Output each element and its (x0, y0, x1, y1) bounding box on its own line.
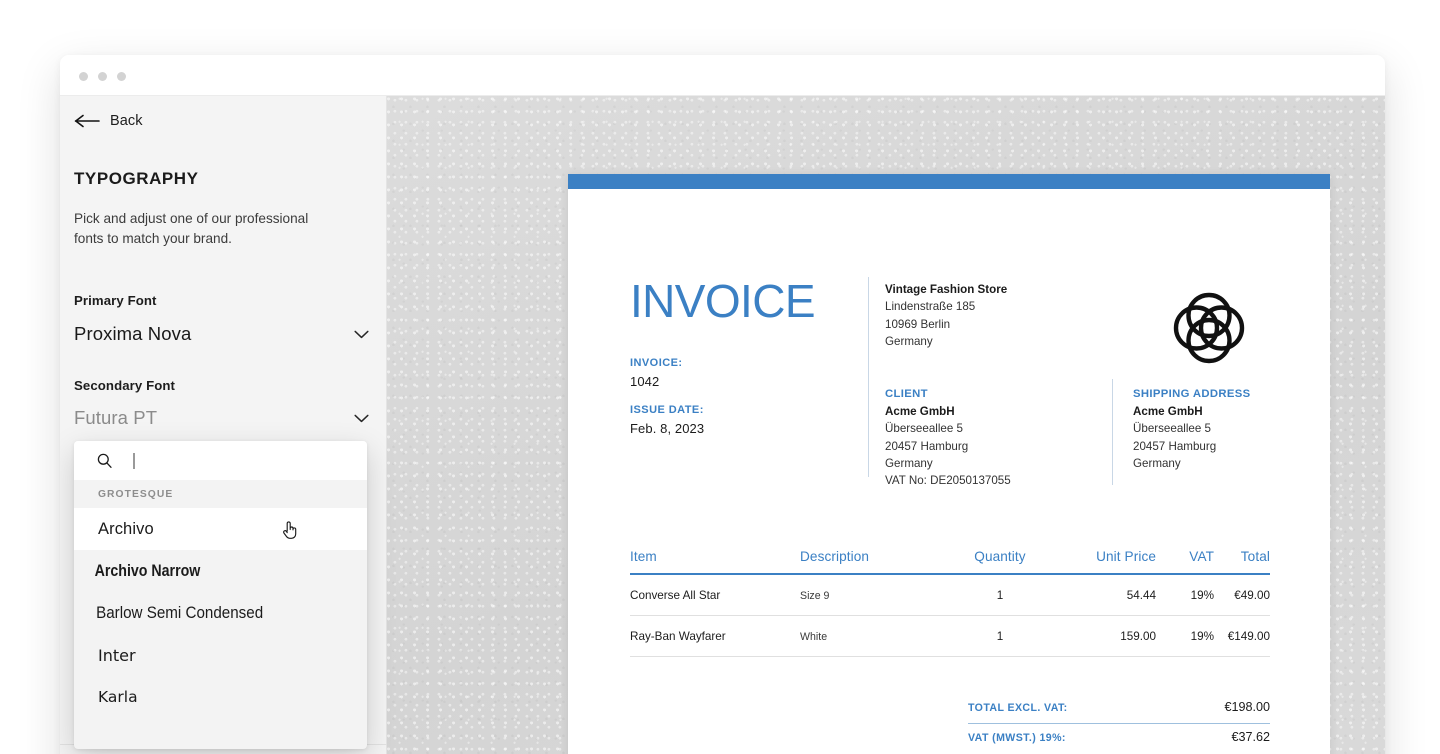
arrow-left-icon (74, 114, 100, 128)
font-dropdown-panel: GROTESQUE Archivo Archivo Narrow Barlow … (74, 441, 367, 749)
font-option-barlow-semi-condensed[interactable]: Barlow Semi Condensed (74, 592, 344, 634)
pointer-hand-cursor-icon (283, 521, 297, 539)
column-header-total: Total (1240, 549, 1270, 564)
client-address-line: 20457 Hamburg (885, 439, 969, 453)
cell-total: €49.00 (1234, 589, 1270, 602)
font-option-karla[interactable]: Karla (74, 676, 367, 718)
client-address-line: Germany (885, 456, 933, 470)
column-header-quantity: Quantity (974, 549, 1026, 564)
vertical-divider (868, 277, 869, 477)
store-address-block: Vintage Fashion Store Lindenstraße 185 1… (885, 281, 1007, 350)
font-option-archivo[interactable]: Archivo (74, 508, 367, 550)
cell-description: Size 9 (800, 589, 830, 602)
font-option-label: Karla (98, 688, 138, 706)
close-window-icon[interactable] (79, 72, 88, 81)
font-option-archivo-narrow[interactable]: Archivo Narrow (74, 550, 326, 592)
vat-amount-row: VAT (MWST.) 19%: €37.62 (968, 724, 1270, 753)
vat-amount-value: €37.62 (1231, 730, 1270, 744)
font-option-inter[interactable]: Inter (74, 634, 367, 676)
back-button[interactable]: Back (74, 113, 143, 129)
invoice-number-label: INVOICE: (630, 357, 683, 369)
issue-date-label: ISSUE DATE: (630, 404, 704, 416)
cell-quantity: 1 (996, 630, 1004, 643)
primary-font-select[interactable]: Proxima Nova (74, 319, 373, 349)
column-header-unit-price: Unit Price (1096, 549, 1156, 564)
total-excl-vat-value: €198.00 (1224, 700, 1270, 714)
total-excl-vat-row: TOTAL EXCL. VAT: €198.00 (968, 694, 1270, 724)
maximize-window-icon[interactable] (117, 72, 126, 81)
search-icon (97, 453, 112, 468)
typography-sidebar: Back TYPOGRAPHY Pick and adjust one of o… (60, 96, 387, 754)
primary-font-label: Primary Font (74, 293, 157, 308)
primary-font-value: Proxima Nova (74, 323, 192, 344)
app-window: Back TYPOGRAPHY Pick and adjust one of o… (60, 55, 1385, 754)
secondary-font-select[interactable]: Futura PT (74, 403, 373, 433)
store-address-line: 10969 Berlin (885, 317, 951, 331)
shipping-address-block: SHIPPING ADDRESS Acme GmbH Überseeallee … (1133, 388, 1251, 472)
table-header-row: Item Description Quantity Unit Price VAT… (630, 549, 1270, 574)
client-vat-number: VAT No: DE2050137055 (885, 474, 1011, 488)
invoice-number-value: 1042 (630, 374, 660, 389)
cell-item: Ray-Ban Wayfarer (630, 630, 726, 643)
shipping-address-line: 20457 Hamburg (1133, 439, 1217, 453)
total-excl-vat-label: TOTAL EXCL. VAT: (968, 702, 1068, 714)
client-heading: CLIENT (885, 388, 928, 400)
cell-description: White (800, 630, 828, 643)
page-title: TYPOGRAPHY (74, 169, 199, 188)
client-address-line: Überseeallee 5 (885, 422, 963, 436)
table-row: Converse All Star Size 9 1 54.44 19% €49… (630, 574, 1270, 616)
invoice-accent-bar (568, 174, 1330, 189)
minimize-window-icon[interactable] (98, 72, 107, 81)
secondary-font-value: Futura PT (74, 407, 158, 428)
font-option-label: Inter (98, 645, 136, 665)
window-titlebar (60, 55, 1385, 96)
client-name: Acme GmbH (885, 405, 955, 418)
column-header-description: Description (800, 549, 870, 564)
font-option-label: Barlow Semi Condensed (96, 603, 264, 622)
font-group-heading: GROTESQUE (98, 488, 174, 500)
column-header-item: Item (630, 549, 657, 564)
column-header-vat: VAT (1189, 549, 1214, 564)
shipping-address-line: Überseeallee 5 (1133, 422, 1211, 436)
cell-quantity: 1 (996, 589, 1004, 602)
font-option-label: Archivo Narrow (94, 561, 201, 580)
cell-total: €149.00 (1227, 630, 1270, 643)
invoice-document: INVOICE INVOICE: 1042 ISSUE DATE: Feb. 8… (568, 174, 1330, 754)
cell-vat: 19% (1190, 589, 1214, 602)
screenshot-canvas: Back TYPOGRAPHY Pick and adjust one of o… (0, 0, 1440, 754)
vat-amount-label: VAT (MWST.) 19%: (968, 732, 1066, 744)
back-label: Back (110, 113, 143, 129)
traffic-light-buttons (79, 72, 126, 81)
cell-vat: 19% (1190, 630, 1214, 643)
cell-unit-price: 159.00 (1120, 630, 1156, 643)
chevron-down-icon (354, 414, 369, 422)
chevron-down-icon (354, 330, 369, 338)
line-items-table: Item Description Quantity Unit Price VAT… (630, 549, 1270, 657)
invoice-preview-stage: INVOICE INVOICE: 1042 ISSUE DATE: Feb. 8… (387, 96, 1385, 754)
shipping-name: Acme GmbH (1133, 405, 1203, 418)
store-address-line: Germany (885, 334, 933, 348)
page-description: Pick and adjust one of our professional … (74, 211, 309, 246)
invoice-body: INVOICE INVOICE: 1042 ISSUE DATE: Feb. 8… (568, 189, 1330, 754)
cell-item: Converse All Star (630, 589, 721, 602)
font-search-field[interactable] (74, 441, 367, 480)
company-logo-icon (1173, 292, 1245, 364)
text-cursor-icon (133, 452, 135, 469)
client-address-block: CLIENT Acme GmbH Überseeallee 5 20457 Ha… (885, 388, 1011, 489)
font-option-label: Archivo (98, 519, 154, 538)
shipping-address-line: Germany (1133, 456, 1181, 470)
table-row: Ray-Ban Wayfarer White 1 159.00 19% €149… (630, 616, 1270, 657)
vertical-divider (1112, 379, 1113, 485)
invoice-totals: TOTAL EXCL. VAT: €198.00 VAT (MWST.) 19%… (968, 694, 1270, 753)
shipping-heading: SHIPPING ADDRESS (1133, 388, 1251, 400)
cell-unit-price: 54.44 (1126, 589, 1156, 602)
invoice-heading: INVOICE (630, 275, 816, 327)
secondary-font-label: Secondary Font (74, 378, 176, 393)
issue-date-value: Feb. 8, 2023 (630, 421, 705, 436)
store-name: Vintage Fashion Store (885, 283, 1008, 296)
store-address-line: Lindenstraße 185 (885, 300, 976, 314)
